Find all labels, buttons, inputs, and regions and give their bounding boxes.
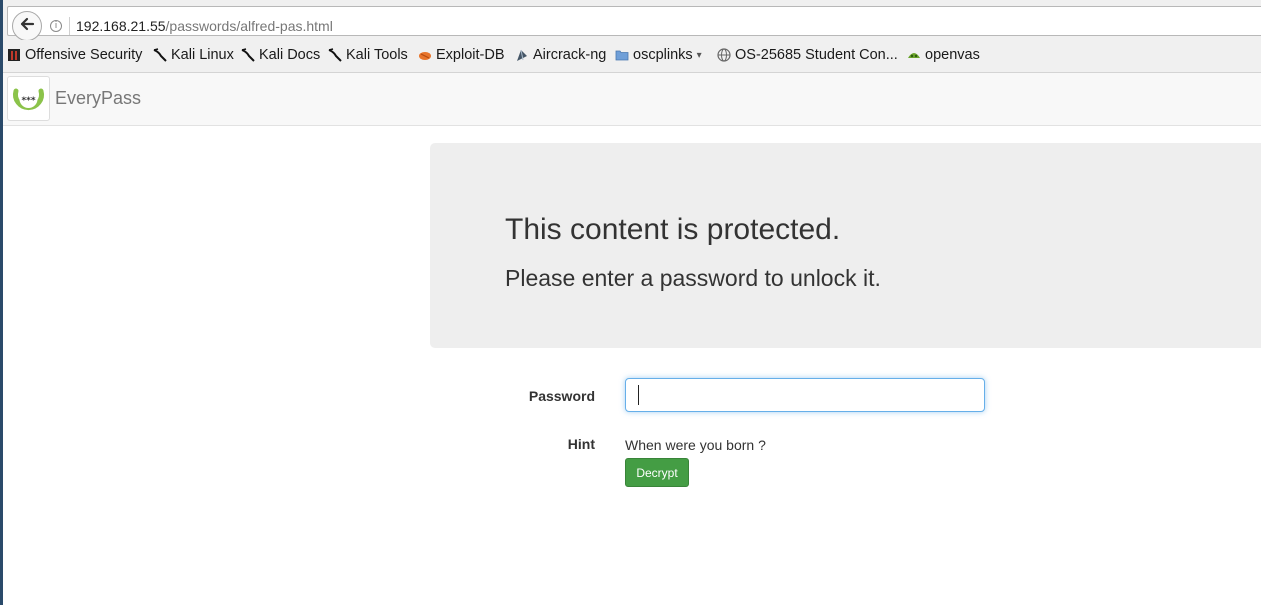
chevron-down-icon: ▾	[696, 49, 702, 61]
logo[interactable]: ***	[7, 76, 50, 121]
text-caret	[638, 385, 639, 405]
bookmark-label: openvas	[925, 47, 980, 63]
bookmark-kali-linux[interactable]: Kali Linux	[153, 47, 234, 63]
hint-text: When were you born ?	[625, 437, 766, 453]
exploitdb-icon	[418, 48, 432, 62]
bookmark-label: oscplinks	[633, 47, 693, 63]
bookmark-os-student-control[interactable]: OS-25685 Student Con...	[717, 47, 898, 63]
protected-notice: This content is protected. Please enter …	[430, 143, 1261, 348]
decrypt-button[interactable]: Decrypt	[625, 458, 689, 487]
bookmark-label: Offensive Security	[25, 47, 143, 63]
bookmark-label: OS-25685 Student Con...	[735, 47, 898, 63]
bookmark-folder-oscplinks[interactable]: oscplinks ▾	[615, 47, 702, 63]
password-input[interactable]	[625, 378, 985, 412]
info-icon[interactable]: i	[50, 20, 62, 32]
bookmark-kali-tools[interactable]: Kali Tools	[328, 47, 408, 63]
bookmark-exploit-db[interactable]: Exploit-DB	[418, 47, 505, 63]
lock-logo-icon: ***	[13, 88, 44, 110]
offsec-icon	[7, 48, 21, 62]
arrow-left-icon	[19, 16, 35, 37]
address-bar[interactable]: i 192.168.21.55/passwords/alfred-pas.htm…	[7, 6, 1261, 41]
bookmark-label: Kali Docs	[259, 47, 321, 63]
url-host: 192.168.21.55	[76, 18, 166, 34]
bookmark-label: Aircrack-ng	[533, 47, 607, 63]
password-label: Password	[528, 388, 595, 404]
back-button[interactable]	[12, 11, 42, 41]
bookmark-kali-docs[interactable]: Kali Docs	[241, 47, 320, 63]
bookmark-label: Exploit-DB	[436, 47, 505, 63]
kali-dragon-icon	[153, 48, 167, 62]
url-path: /passwords/alfred-pas.html	[165, 18, 333, 34]
brand-name[interactable]: EveryPass	[55, 88, 141, 109]
browser-toolbar: i 192.168.21.55/passwords/alfred-pas.htm…	[3, 0, 1261, 41]
kali-dragon-icon	[328, 48, 342, 62]
openvas-icon	[907, 48, 921, 62]
bookmark-aircrack-ng[interactable]: Aircrack-ng	[515, 47, 606, 63]
aircrack-icon	[515, 48, 529, 62]
bookmark-label: Kali Linux	[171, 47, 234, 63]
url-divider	[69, 17, 70, 35]
folder-icon	[615, 48, 629, 62]
hint-label: Hint	[567, 436, 595, 452]
bookmarks-bar: Offensive Security Kali Linux Kali Docs …	[3, 40, 1261, 73]
site-navbar: *** EveryPass	[3, 73, 1261, 126]
kali-dragon-icon	[241, 48, 255, 62]
bookmark-label: Kali Tools	[346, 47, 408, 63]
bookmark-openvas[interactable]: openvas	[907, 47, 980, 63]
notice-title: This content is protected.	[505, 213, 841, 246]
url-text[interactable]: 192.168.21.55/passwords/alfred-pas.html	[76, 18, 333, 34]
logo-text: ***	[21, 96, 35, 106]
bookmark-offensive-security[interactable]: Offensive Security	[7, 47, 142, 63]
globe-icon	[717, 48, 731, 62]
notice-subtitle: Please enter a password to unlock it.	[505, 265, 881, 291]
